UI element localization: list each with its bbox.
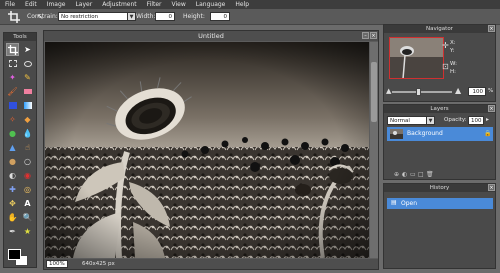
canvas-window: Untitled – × 100% 640x425 px [43,30,379,270]
h-label: H: [450,69,456,75]
zoom-in-icon[interactable]: ▲ [455,86,461,95]
dimensions-icon: ⊡ [442,62,449,71]
height-label: Height: [183,13,205,20]
pencil-tool-icon[interactable]: ✎ [21,71,34,84]
navigator-thumbnail[interactable] [389,37,444,79]
navigator-zoom-input[interactable]: 100 [468,87,486,96]
layer-row[interactable]: Background 🔒 [387,127,493,141]
menu-view[interactable]: View [167,0,191,9]
w-label: W: [450,61,457,67]
tools-title: Tools [4,33,36,41]
constrain-select[interactable]: No restriction [58,12,128,21]
sponge-tool-icon[interactable]: ● [6,155,19,168]
zoom-tool-icon[interactable]: 🔍 [21,211,34,224]
x-label: X: [450,40,456,46]
width-label: Width: [136,13,156,20]
eyedropper-tool-icon[interactable]: ✒ [6,225,19,238]
clone-tool-icon[interactable]: ✧ [6,113,19,126]
wand-tool-icon[interactable]: ✦ [6,71,19,84]
menu-adjustment[interactable]: Adjustment [97,0,141,9]
close-icon[interactable]: × [488,184,495,191]
layers-panel: Layers × Normal ▼ Opacity: 100 ▸ Backgro… [383,104,496,180]
drawing-tool-icon[interactable]: ● [6,127,19,140]
bloat-tool-icon[interactable]: ◎ [21,183,34,196]
close-icon[interactable]: × [370,32,377,39]
spot-heal-tool-icon[interactable]: ✚ [6,183,19,196]
burn-tool-icon[interactable]: ◐ [6,169,19,182]
minimize-icon[interactable]: – [362,32,369,39]
crop-tool-icon[interactable] [6,43,19,56]
zoom-field[interactable]: 100% [46,260,68,268]
new-layer-icon[interactable]: □ [418,171,424,178]
menu-edit[interactable]: Edit [20,0,42,9]
history-item-label: Open [401,200,418,207]
menu-image[interactable]: Image [42,0,71,9]
history-item[interactable]: ▤ Open [387,198,493,209]
blend-mode-select[interactable]: Normal [387,116,427,125]
navigator-panel: Navigator × X: Y: W: H: ✛ ⊡ ▲ ▲ 100 % [383,24,496,102]
sharpen-tool-icon[interactable]: ▲ [6,141,19,154]
dodge-tool-icon[interactable]: ○ [21,155,34,168]
vertical-scrollbar[interactable] [370,42,378,258]
type-tool-icon[interactable]: A [21,197,34,210]
lasso-tool-icon[interactable] [21,57,34,70]
menu-file[interactable]: File [0,0,20,9]
history-panel: History × ▤ Open [383,183,496,269]
canvas-title: Untitled [44,31,378,41]
status-bar: 100% 640x425 px [44,259,378,269]
menu-layer[interactable]: Layer [70,0,97,9]
pinch-tool-icon[interactable]: ✥ [6,197,19,210]
crop-tool-icon [8,11,20,23]
menu-filter[interactable]: Filter [142,0,167,9]
move-tool-icon[interactable]: ➤ [21,43,34,56]
folder-icon[interactable]: ▭ [410,171,416,178]
menu-language[interactable]: Language [191,0,231,9]
mask-icon[interactable]: ◐ [402,171,407,178]
marquee-tool-icon[interactable] [6,57,19,70]
opacity-label: Opacity: [444,117,467,123]
zoom-unit: % [488,88,494,94]
mouse-cursor-icon: ↖ [37,12,44,21]
redeye-tool-icon[interactable]: ◉ [21,169,34,182]
brush-tool-icon[interactable]: 🖌 [6,85,19,98]
crosshair-icon: ✛ [442,41,449,50]
zoom-slider-handle[interactable] [416,88,421,96]
image-size-text: 640x425 px [82,261,115,267]
fill-tool-icon[interactable] [6,99,19,112]
close-icon[interactable]: × [488,25,495,32]
opacity-input[interactable]: 100 [468,116,484,125]
delete-layer-icon[interactable]: 🗑 [426,171,434,178]
scrollbar-thumb[interactable] [371,62,377,122]
eraser-tool-icon[interactable] [21,85,34,98]
layer-style-icon[interactable]: ⊕ [394,171,399,178]
hand-tool-icon[interactable]: ✋ [6,211,19,224]
y-label: Y: [450,48,455,54]
navigator-title: Navigator [384,25,495,33]
menu-help[interactable]: Help [230,0,254,9]
opacity-arrow-icon[interactable]: ▸ [486,116,489,123]
zoom-out-icon[interactable]: ▲ [386,87,391,95]
blur-tool-icon[interactable]: 💧 [21,127,34,140]
layer-name: Background [407,130,443,137]
gradient-tool-icon[interactable] [21,99,34,112]
tools-panel: Tools ➤ ✦ ✎ 🖌 ✧ ◆ ● 💧 ▲ ☝ ● ○ ◐ ◉ ✚ ◎ ✥ … [3,32,37,268]
foreground-color-swatch[interactable] [8,249,21,260]
layer-toolbar: ⊕ ◐ ▭ □ 🗑 [384,171,495,179]
chevron-down-icon[interactable]: ▼ [427,116,435,125]
color-replace-icon[interactable]: ◆ [21,113,34,126]
menu-bar: File Edit Image Layer Adjustment Filter … [0,0,500,9]
history-item-icon: ▤ [391,199,397,206]
width-input[interactable]: 0 [155,12,175,21]
smudge-tool-icon[interactable]: ☝ [21,141,34,154]
sunflower-photo[interactable] [45,42,369,258]
history-title: History [384,184,495,192]
layer-thumbnail [390,129,403,139]
close-icon[interactable]: × [488,105,495,112]
height-input[interactable]: 0 [210,12,230,21]
layers-title: Layers [384,105,495,113]
lock-icon: 🔒 [484,130,492,137]
zoom-slider-track[interactable] [392,91,452,93]
shape-tool-icon[interactable]: ★ [21,225,34,238]
chevron-down-icon[interactable]: ▼ [128,12,136,21]
